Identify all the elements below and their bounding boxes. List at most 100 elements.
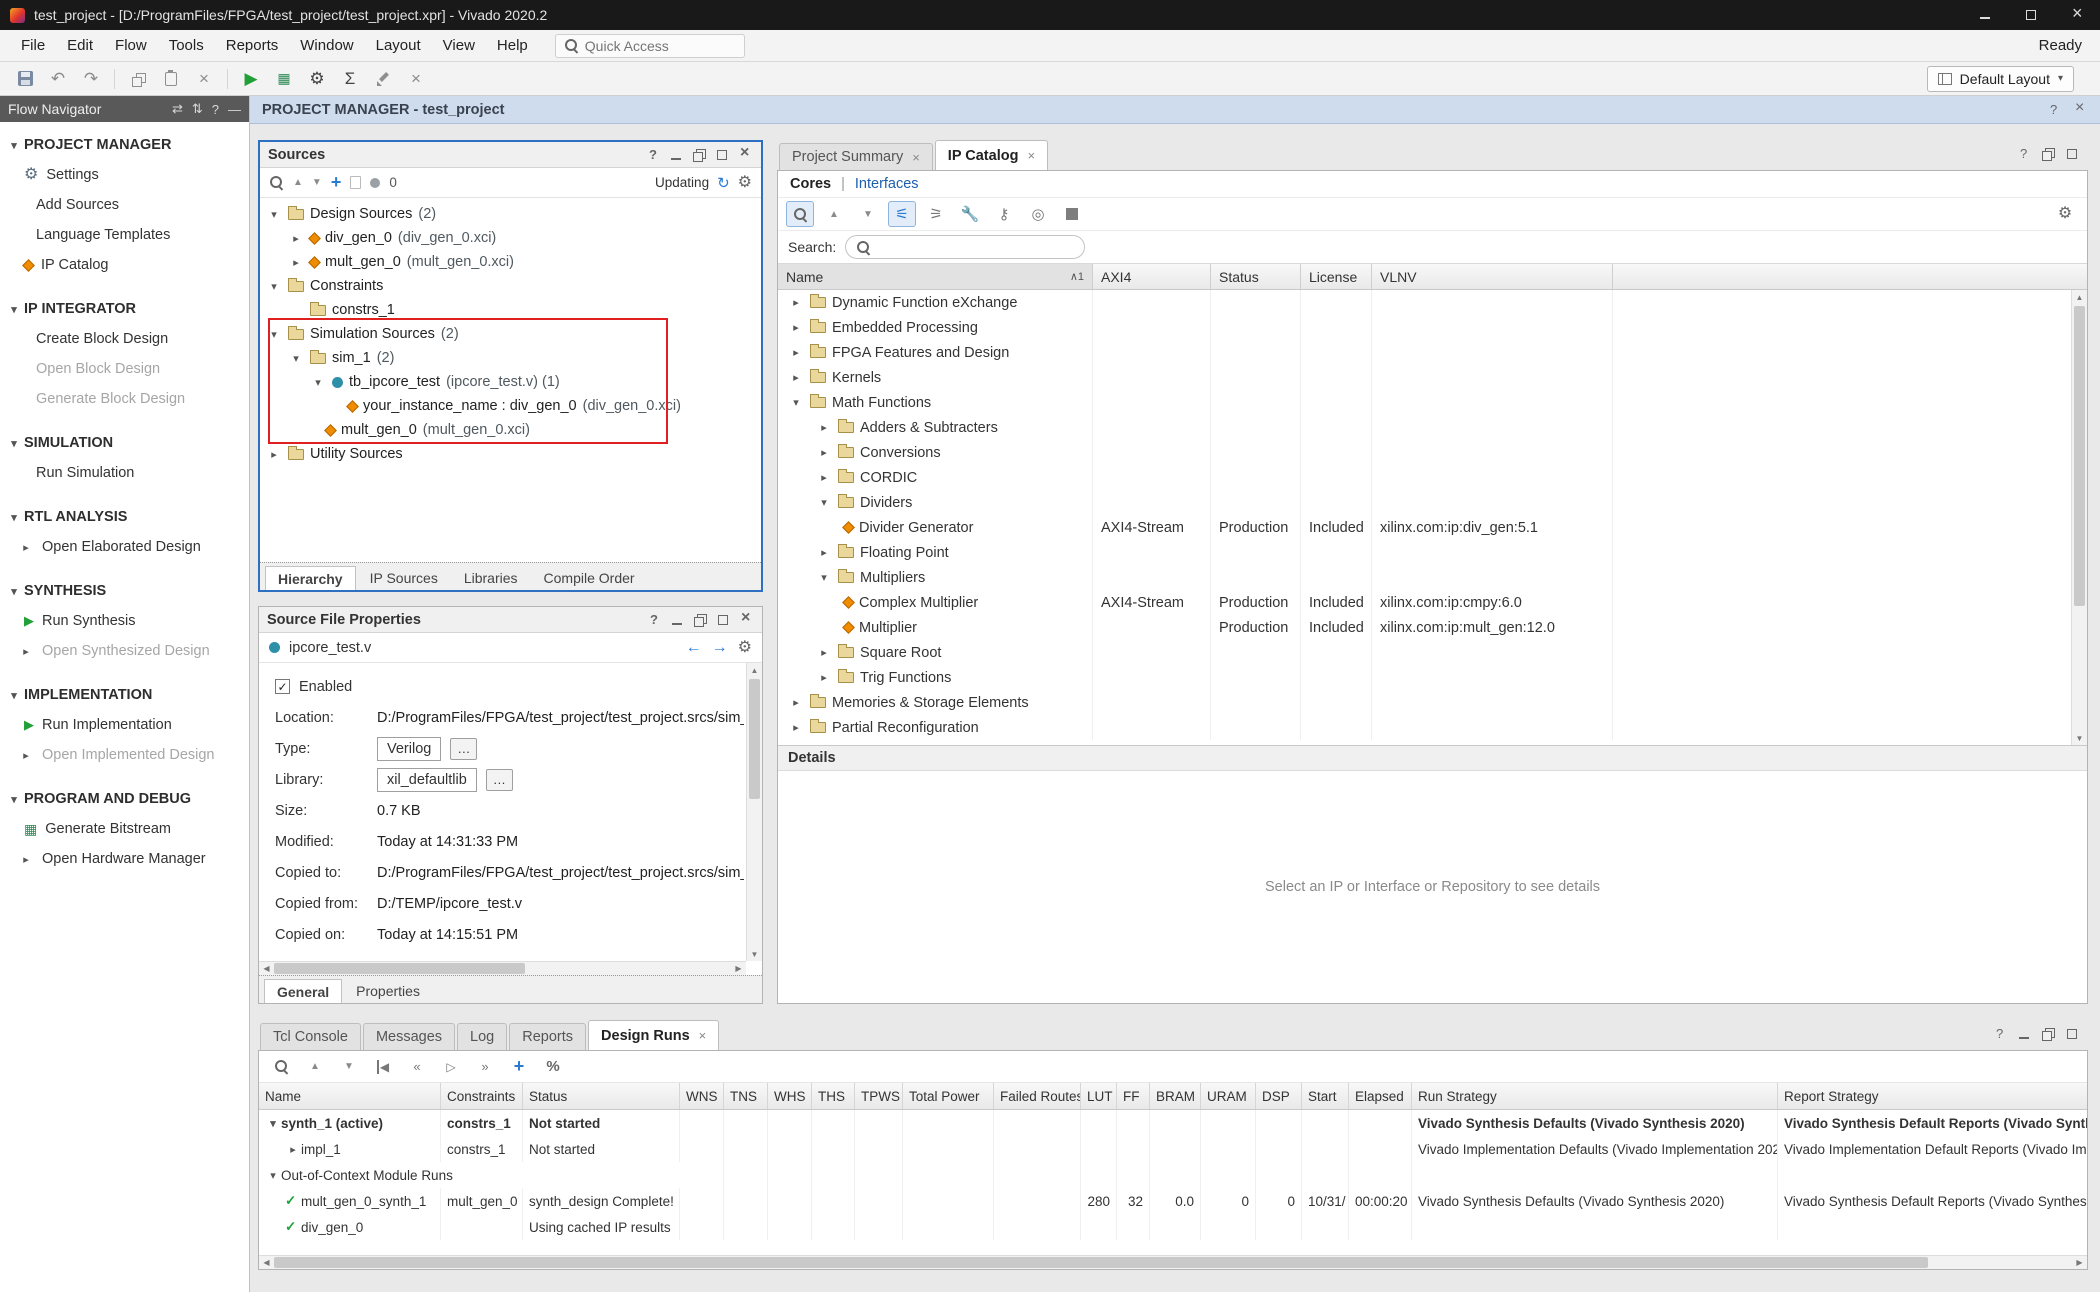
sidebar-item-language-templates[interactable]: Language Templates <box>0 220 249 250</box>
column-header[interactable]: WNS <box>680 1083 724 1109</box>
tree-row[interactable]: Design Sources (2) <box>260 202 761 226</box>
quick-access-search[interactable] <box>555 34 745 58</box>
tree-row[interactable]: Utility Sources <box>260 442 761 466</box>
maximize-icon[interactable] <box>2064 146 2080 162</box>
column-header[interactable]: Constraints <box>441 1083 523 1109</box>
table-row[interactable]: synth_1 (active) constrs_1 Not started V… <box>259 1110 2087 1136</box>
ip-settings-button[interactable]: ⚷ <box>990 201 1018 227</box>
quick-access-input[interactable] <box>585 38 725 54</box>
scrollbar-thumb[interactable] <box>749 679 760 799</box>
table-row[interactable]: div_gen_0 Using cached IP results <box>259 1214 2087 1240</box>
tree-row[interactable]: div_gen_0 (div_gen_0.xci) <box>260 226 761 250</box>
launch-run-button[interactable]: ▷ <box>437 1054 465 1080</box>
close-icon[interactable] <box>738 612 754 628</box>
menu-view[interactable]: View <box>432 32 486 59</box>
sidebar-item-generate-bitstream[interactable]: Generate Bitstream <box>0 814 249 844</box>
table-row[interactable]: Memories & Storage Elements <box>778 690 2087 715</box>
file-icon[interactable] <box>350 176 361 189</box>
toggle-icon[interactable]: ⇄ <box>172 101 183 117</box>
library-browse-button[interactable]: … <box>486 769 513 791</box>
column-header[interactable]: THS <box>812 1083 855 1109</box>
minimize-icon[interactable] <box>2016 1026 2032 1042</box>
column-header-status[interactable]: Status <box>1211 264 1301 289</box>
table-row[interactable]: mult_gen_0_synth_1 mult_gen_0 synth_desi… <box>259 1188 2087 1214</box>
column-header[interactable]: Total Power <box>903 1083 994 1109</box>
column-header-license[interactable]: License <box>1301 264 1372 289</box>
refresh-icon[interactable]: ↻ <box>717 174 730 192</box>
section-header-rtl-analysis[interactable]: RTL ANALYSIS <box>0 502 249 532</box>
tab-reports[interactable]: Reports <box>509 1023 586 1050</box>
maximize-icon[interactable] <box>714 147 730 163</box>
sidebar-item-generate-block-design[interactable]: Generate Block Design <box>0 384 249 414</box>
ip-search-box[interactable] <box>845 235 1085 259</box>
table-row[interactable]: Dividers <box>778 490 2087 515</box>
sidebar-item-run-simulation[interactable]: Run Simulation <box>0 458 249 488</box>
tree-row[interactable]: Simulation Sources (2) <box>260 322 761 346</box>
column-header[interactable]: FF <box>1117 1083 1150 1109</box>
settings-button[interactable] <box>2051 201 2079 227</box>
report-button[interactable]: Σ <box>335 65 365 93</box>
collapse-all-button[interactable]: ▲ <box>301 1054 329 1080</box>
table-row[interactable]: MultiplierProductionIncludedxilinx.com:i… <box>778 615 2087 640</box>
menu-help[interactable]: Help <box>486 32 539 59</box>
window-maximize-button[interactable] <box>2008 0 2054 30</box>
sidebar-item-ip-catalog[interactable]: IP Catalog <box>0 250 249 280</box>
tab-compile-order[interactable]: Compile Order <box>532 566 647 590</box>
table-row[interactable]: FPGA Features and Design <box>778 340 2087 365</box>
stop-button[interactable] <box>1058 201 1086 227</box>
view-tab-interfaces[interactable]: Interfaces <box>855 176 919 192</box>
menu-flow[interactable]: Flow <box>104 32 158 59</box>
help-icon[interactable]: ? <box>212 102 219 117</box>
forward-arrow-icon[interactable]: → <box>712 639 728 657</box>
ip-search-input[interactable] <box>877 239 1074 255</box>
copy-button[interactable] <box>123 65 153 93</box>
sidebar-item-open-implemented-design[interactable]: Open Implemented Design <box>0 740 249 770</box>
enabled-checkbox[interactable] <box>275 679 290 694</box>
save-button[interactable] <box>10 65 40 93</box>
expand-all-button[interactable]: ▼ <box>854 201 882 227</box>
collapse-all-icon[interactable]: ▲ <box>293 177 303 188</box>
menu-reports[interactable]: Reports <box>215 32 290 59</box>
search-icon[interactable] <box>269 175 284 190</box>
tab-tcl-console[interactable]: Tcl Console <box>260 1023 361 1050</box>
tab-ip-catalog[interactable]: IP Catalog× <box>935 140 1048 170</box>
float-icon[interactable] <box>691 147 707 163</box>
previous-run-button[interactable]: « <box>403 1054 431 1080</box>
column-header-name[interactable]: Name∧1 <box>778 264 1093 289</box>
maximize-icon[interactable] <box>715 612 731 628</box>
create-run-button[interactable]: + <box>505 1054 533 1080</box>
scroll-left-icon[interactable]: ◀ <box>259 1256 274 1269</box>
menu-edit[interactable]: Edit <box>56 32 104 59</box>
tab-messages[interactable]: Messages <box>363 1023 455 1050</box>
add-repository-button[interactable]: ⚞ <box>922 201 950 227</box>
next-run-button[interactable]: » <box>471 1054 499 1080</box>
column-header[interactable]: Failed Routes <box>994 1083 1081 1109</box>
table-row[interactable]: impl_1 constrs_1 Not started Vivado Impl… <box>259 1136 2087 1162</box>
close-icon[interactable] <box>2072 102 2088 118</box>
table-row[interactable]: Square Root <box>778 640 2087 665</box>
float-icon[interactable] <box>2040 1026 2056 1042</box>
menu-tools[interactable]: Tools <box>158 32 215 59</box>
minimize-icon[interactable] <box>669 612 685 628</box>
horizontal-scrollbar[interactable]: ◀ ▶ <box>259 961 746 975</box>
layout-selector[interactable]: Default Layout ▾ <box>1927 66 2074 92</box>
tab-hierarchy[interactable]: Hierarchy <box>265 566 356 590</box>
sidebar-item-open-block-design[interactable]: Open Block Design <box>0 354 249 384</box>
section-header-simulation[interactable]: SIMULATION <box>0 428 249 458</box>
table-row[interactable]: Complex MultiplierAXI4-StreamProductionI… <box>778 590 2087 615</box>
help-icon[interactable] <box>2016 146 2032 162</box>
scroll-down-icon[interactable]: ▼ <box>747 947 762 961</box>
scrollbar-thumb[interactable] <box>274 1257 1928 1268</box>
close-tab-icon[interactable]: × <box>1027 148 1035 163</box>
tree-row[interactable]: sim_1 (2) <box>260 346 761 370</box>
ip-status-button[interactable]: ◎ <box>1024 201 1052 227</box>
scroll-left-icon[interactable]: ◀ <box>259 962 274 975</box>
tab-properties[interactable]: Properties <box>344 979 432 1003</box>
menu-file[interactable]: File <box>10 32 56 59</box>
column-header[interactable]: BRAM <box>1150 1083 1201 1109</box>
float-icon[interactable] <box>2040 146 2056 162</box>
window-close-button[interactable] <box>2054 0 2100 30</box>
table-row[interactable]: Partial Reconfiguration <box>778 715 2087 740</box>
tree-row[interactable]: tb_ipcore_test (ipcore_test.v) (1) <box>260 370 761 394</box>
vertical-scrollbar[interactable]: ▲ ▼ <box>746 663 762 961</box>
